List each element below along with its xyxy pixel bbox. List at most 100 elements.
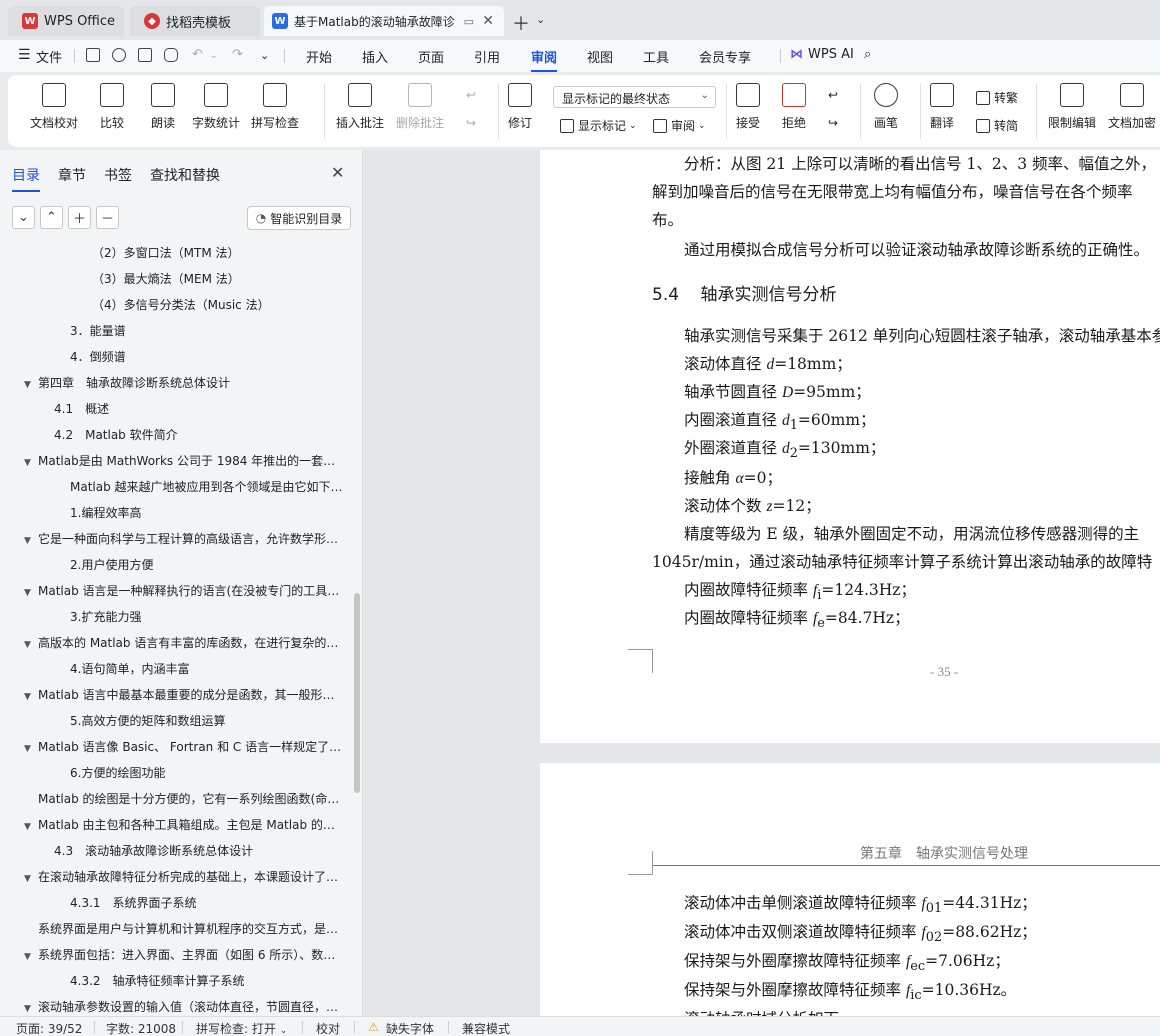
new-tab-icon[interactable]: ＋ xyxy=(512,10,530,36)
undo-icon[interactable]: ↶ xyxy=(192,47,203,62)
doc-encrypt-button[interactable]: 文档加密 xyxy=(1108,83,1156,131)
prev-change-icon[interactable]: ↩ xyxy=(828,88,838,102)
document-area[interactable]: 分析：从图 21 上除可以清晰的看出信号 1、2、3 频率、幅值之外， 解到加噪… xyxy=(364,150,1160,1016)
redo-icon[interactable]: ↷ xyxy=(232,47,243,62)
toc-item[interactable]: 1.编程效率高 xyxy=(70,500,346,526)
compare-button[interactable]: 比较 xyxy=(100,83,124,131)
restrict-edit-button[interactable]: 限制编辑 xyxy=(1048,83,1096,131)
menu-member[interactable]: 会员专享 xyxy=(699,47,751,66)
toc-item[interactable]: 3.扩充能力强 xyxy=(70,604,346,630)
toc-item[interactable]: （3）最大熵法（MEM 法） xyxy=(92,266,346,292)
show-markup-button[interactable]: 显示标记 ⌄ xyxy=(560,117,637,134)
to-traditional-button[interactable]: 转繁 xyxy=(976,89,1018,106)
expand-arrow-icon[interactable]: ▼ xyxy=(24,450,38,474)
accept-button[interactable]: 接受 xyxy=(736,83,760,131)
expand-arrow-icon[interactable]: ▼ xyxy=(24,684,38,708)
track-changes-button[interactable]: 修订 xyxy=(508,83,532,131)
status-missing-font[interactable]: 缺失字体 xyxy=(386,1020,434,1036)
toc-item[interactable]: 4.3.1 系统界面子系统 xyxy=(70,890,346,916)
menu-page[interactable]: 页面 xyxy=(418,47,444,66)
status-word-count[interactable]: 字数: 21008 xyxy=(106,1020,176,1036)
toc-item[interactable]: ▼ 第四章 轴承故障诊断系统总体设计 xyxy=(24,370,346,396)
toc-item[interactable]: 4.3 滚动轴承故障诊断系统总体设计 xyxy=(54,838,346,864)
expand-arrow-icon[interactable]: ▼ xyxy=(24,632,38,656)
read-aloud-button[interactable]: 朗读 xyxy=(151,83,175,131)
remove-heading-button[interactable]: － xyxy=(96,206,119,229)
scrollbar[interactable] xyxy=(354,593,360,793)
toc-item[interactable]: ▼ 高版本的 Matlab 语言有丰富的库函数，在进行复杂的… xyxy=(24,630,346,656)
insert-comment-button[interactable]: 插入批注 xyxy=(336,83,384,131)
expand-arrow-icon[interactable]: ▼ xyxy=(24,528,38,552)
status-page[interactable]: 页面: 39/52 xyxy=(16,1020,82,1036)
toc-item[interactable]: 6.方便的绘图功能 xyxy=(70,760,346,786)
expand-arrow-icon[interactable]: ▼ xyxy=(24,866,38,890)
chevron-down-icon[interactable]: ⌄ xyxy=(536,13,545,26)
spell-check-button[interactable]: 拼写检查 xyxy=(251,83,299,131)
document-page[interactable]: 第五章 轴承实测信号处理 滚动体冲击单侧滚道故障特征频率 f01=44.31Hz… xyxy=(540,763,1160,1016)
toc-item[interactable]: ▼ Matlab 语言是一种解释执行的语言(在没被专门的工具… xyxy=(24,578,346,604)
toc-item[interactable]: ▼ Matlab 语言像 Basic、 Fortran 和 C 语言一样规定了… xyxy=(24,734,346,760)
menu-wps-ai[interactable]: WPS AI xyxy=(808,47,854,62)
close-tab-icon[interactable]: ✕ xyxy=(482,13,494,29)
document-page[interactable]: 分析：从图 21 上除可以清晰的看出信号 1、2、3 频率、幅值之外， 解到加噪… xyxy=(540,150,1160,743)
toc-item[interactable]: Matlab 越来越广地被应用到各个领域是由它如下… xyxy=(70,474,346,500)
toc-item[interactable]: ▼ Matlab是由 MathWorks 公司于 1984 年推出的一套… xyxy=(24,448,346,474)
toc-item[interactable]: ▼ 在滚动轴承故障特征分析完成的基础上，本课题设计了… xyxy=(24,864,346,890)
expand-arrow-icon[interactable]: ▼ xyxy=(24,944,38,968)
menu-review[interactable]: 审阅 xyxy=(531,47,558,72)
status-proof[interactable]: 校对 xyxy=(316,1020,340,1036)
smart-toc-button[interactable]: ◔ 智能识别目录 xyxy=(247,206,351,230)
status-spell-check[interactable]: 拼写检查: 打开 ⌄ xyxy=(196,1020,287,1036)
hamburger-icon[interactable]: ☰ xyxy=(18,47,31,63)
toc-item[interactable]: 4．倒频谱 xyxy=(70,344,346,370)
more-chevron-icon[interactable]: ⌄ xyxy=(260,49,269,62)
monitor-icon[interactable]: ▭ xyxy=(464,15,474,28)
doc-check-button[interactable]: 文档校对 xyxy=(30,83,78,131)
toc-item[interactable]: 4.3.2 轴承特征频率计算子系统 xyxy=(70,968,346,994)
print-icon[interactable] xyxy=(138,48,152,62)
menu-tools[interactable]: 工具 xyxy=(643,47,669,66)
expand-arrow-icon[interactable]: ▼ xyxy=(24,736,38,760)
nav-tab-toc[interactable]: 目录 xyxy=(12,165,40,192)
toc-item[interactable]: ▼ 它是一种面向科学与工程计算的高级语言，允许数学形… xyxy=(24,526,346,552)
toc-item[interactable]: 4.2 Matlab 软件简介 xyxy=(54,422,346,448)
print-preview-icon[interactable] xyxy=(164,48,178,62)
prev-comment-icon[interactable]: ↩ xyxy=(466,88,476,102)
search-icon[interactable]: ⌕ xyxy=(864,47,871,62)
reject-button[interactable]: 拒绝 xyxy=(782,83,806,131)
toc-item[interactable]: 5.高效方便的矩阵和数组运算 xyxy=(70,708,346,734)
menu-references[interactable]: 引用 xyxy=(474,47,500,66)
tab-wps-office[interactable]: W WPS Office xyxy=(8,6,124,36)
expand-arrow-icon[interactable]: ▼ xyxy=(24,814,38,838)
menu-home[interactable]: 开始 xyxy=(306,47,332,66)
next-comment-icon[interactable]: ↪ xyxy=(466,116,476,130)
tab-docer-templates[interactable]: ◆ 找稻壳模板 xyxy=(130,6,260,36)
save-icon[interactable] xyxy=(86,48,100,62)
chevron-down-icon[interactable]: ⌄ xyxy=(210,51,218,61)
close-icon[interactable]: ✕ xyxy=(331,163,344,182)
nav-tab-bookmarks[interactable]: 书签 xyxy=(104,165,132,185)
toc-item[interactable]: 4.1 概述 xyxy=(54,396,346,422)
nav-tab-sections[interactable]: 章节 xyxy=(58,165,86,185)
expand-arrow-icon[interactable]: ▼ xyxy=(24,372,38,396)
translate-button[interactable]: 翻译 xyxy=(930,83,954,131)
expand-arrow-icon[interactable]: ▼ xyxy=(24,580,38,604)
tab-current-document[interactable]: W 基于Matlab的滚动轴承故障诊 ▭ ✕ xyxy=(264,6,504,36)
markup-state-select[interactable]: 显示标记的最终状态 ⌄ xyxy=(553,86,716,108)
word-count-button[interactable]: 字数统计 xyxy=(192,83,240,131)
toc-item[interactable]: 4.语句简单，内涵丰富 xyxy=(70,656,346,682)
toc-item[interactable]: 2.用户使用方便 xyxy=(70,552,346,578)
delete-comment-button[interactable]: 删除批注 xyxy=(396,83,444,131)
to-simplified-button[interactable]: 转简 xyxy=(976,117,1018,134)
review-pane-button[interactable]: 审阅 ⌄ xyxy=(653,117,706,134)
next-change-icon[interactable]: ↪ xyxy=(828,116,838,130)
menu-view[interactable]: 视图 xyxy=(587,47,613,66)
nav-tab-find-replace[interactable]: 查找和替换 xyxy=(150,165,220,185)
toc-item[interactable]: ▼ Matlab 语言中最基本最重要的成分是函数，其一般形… xyxy=(24,682,346,708)
pen-button[interactable]: 画笔 xyxy=(874,83,898,131)
toc-item[interactable]: ▼ 系统界面包括：进入界面、主界面（如图 6 所示）、数… xyxy=(24,942,346,968)
toc-item[interactable]: （4）多信号分类法（Music 法） xyxy=(92,292,346,318)
toc-item[interactable]: 系统界面是用户与计算机和计算机程序的交互方式，是… xyxy=(38,916,346,942)
menu-insert[interactable]: 插入 xyxy=(362,47,388,66)
collapse-down-button[interactable]: ⌄ xyxy=(12,206,35,229)
